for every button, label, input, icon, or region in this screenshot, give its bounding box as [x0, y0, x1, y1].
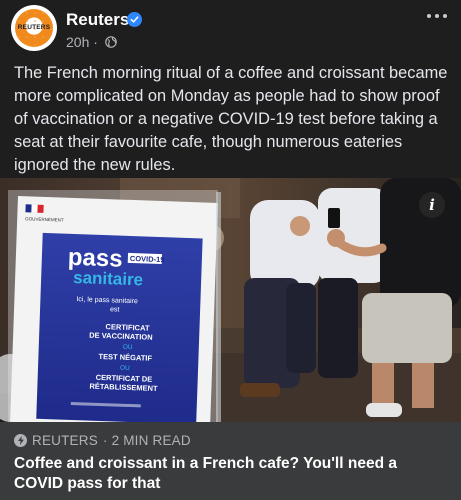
verified-badge-icon [127, 12, 142, 27]
sign-sanitaire-word: sanitaire [73, 268, 144, 289]
sign-line-2: est [110, 306, 120, 313]
facebook-post: REUTERS Reuters 20h · The French morning… [0, 0, 461, 500]
sign-ou-1: OU [123, 344, 133, 351]
meta-separator: · [93, 34, 98, 50]
more-options-icon[interactable] [425, 10, 449, 22]
sign-ou-2: OU [120, 365, 130, 372]
sign-covid-badge: COVID-19 [130, 254, 165, 264]
lightning-bolt-icon [14, 434, 27, 447]
post-meta: 20h · [66, 34, 98, 50]
link-read-time: · 2 MIN READ [102, 433, 191, 448]
cafe-scene-image: GOUVERNEMENT pass COVID-19 sanitaire Ici… [0, 178, 461, 422]
link-preview[interactable]: REUTERS · 2 MIN READ Coffee and croissan… [0, 422, 461, 500]
reuters-logo: REUTERS [15, 9, 53, 47]
post-time[interactable]: 20h [66, 34, 89, 50]
post-header: REUTERS Reuters 20h · [0, 0, 461, 56]
post-caption: The French morning ritual of a coffee an… [14, 64, 448, 174]
link-source-name: REUTERS [32, 433, 98, 448]
link-source: REUTERS · 2 MIN READ [14, 433, 191, 448]
link-title[interactable]: Coffee and croissant in a French cafe? Y… [14, 454, 446, 494]
avatar[interactable]: REUTERS [11, 5, 57, 51]
info-icon[interactable]: i [419, 192, 445, 218]
page-name[interactable]: Reuters [66, 10, 129, 30]
post-photo[interactable]: GOUVERNEMENT pass COVID-19 sanitaire Ici… [0, 178, 461, 422]
sign-test-negatif: TEST NÉGATIF [98, 352, 152, 363]
globe-icon [105, 36, 117, 48]
